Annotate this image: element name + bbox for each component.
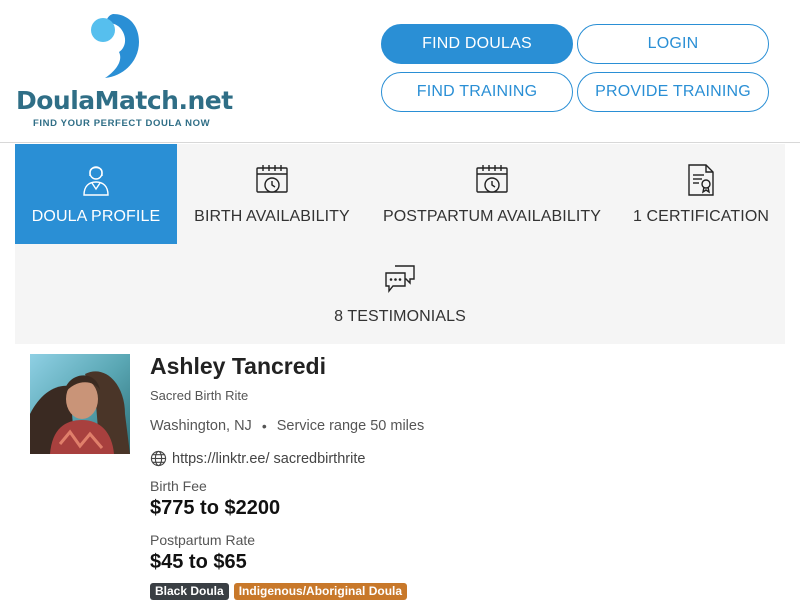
badge-indigenous-doula: Indigenous/Aboriginal Doula bbox=[233, 583, 408, 600]
doula-badges: Black Doula Indigenous/Aboriginal Doula bbox=[150, 583, 408, 600]
site-logo[interactable]: DoulaMatch.net FIND YOUR PERFECT DOULA N… bbox=[16, 12, 233, 132]
website-url[interactable]: https://linktr.ee/ sacredbirthrite bbox=[172, 451, 365, 467]
site-header: DoulaMatch.net FIND YOUR PERFECT DOULA N… bbox=[0, 0, 800, 143]
find-doulas-button[interactable]: FIND DOULAS bbox=[381, 24, 573, 64]
doula-name: Ashley Tancredi bbox=[150, 353, 326, 379]
person-icon bbox=[78, 162, 114, 198]
certificate-icon bbox=[683, 162, 719, 198]
doulamatch-logo-icon bbox=[91, 14, 139, 78]
logo-tagline: FIND YOUR PERFECT DOULA NOW bbox=[33, 118, 211, 129]
tab-label: DOULA PROFILE bbox=[31, 208, 161, 225]
tab-label: BIRTH AVAILABILITY bbox=[194, 208, 350, 225]
service-range-text: Service range 50 miles bbox=[276, 418, 425, 434]
calendar-clock-icon bbox=[474, 162, 510, 198]
tab-doula-profile[interactable]: DOULA PROFILE bbox=[15, 144, 177, 244]
location-row: Washington, NJ • Service range 50 miles bbox=[150, 418, 424, 434]
calendar-clock-icon bbox=[254, 162, 290, 198]
tab-label: POSTPARTUM AVAILABILITY bbox=[382, 208, 602, 225]
find-training-button[interactable]: FIND TRAINING bbox=[381, 72, 573, 112]
location-text: Washington, NJ bbox=[150, 418, 252, 434]
badge-black-doula: Black Doula bbox=[150, 583, 229, 600]
tab-label: 1 CERTIFICATION bbox=[632, 208, 770, 225]
provide-training-button[interactable]: PROVIDE TRAINING bbox=[577, 72, 769, 112]
chat-bubbles-icon bbox=[382, 262, 418, 298]
postpartum-rate-label: Postpartum Rate bbox=[150, 532, 256, 548]
tab-label: 8 TESTIMONIALS bbox=[334, 308, 466, 325]
doula-profile-photo bbox=[30, 354, 130, 454]
tab-postpartum-availability[interactable]: POSTPARTUM AVAILABILITY bbox=[381, 144, 603, 244]
separator-dot: • bbox=[261, 418, 267, 434]
birth-fee-label: Birth Fee bbox=[150, 478, 207, 494]
logo-wordmark: DoulaMatch.net bbox=[16, 86, 233, 115]
postpartum-rate-value: $45 to $65 bbox=[150, 551, 247, 573]
business-name: Sacred Birth Rite bbox=[150, 388, 249, 403]
website-link[interactable]: https://linktr.ee/ sacredbirthrite bbox=[150, 450, 365, 467]
birth-fee-value: $775 to $2200 bbox=[150, 497, 281, 519]
globe-icon bbox=[150, 450, 167, 467]
tab-birth-availability[interactable]: BIRTH AVAILABILITY bbox=[187, 144, 357, 244]
tab-testimonials[interactable]: 8 TESTIMONIALS bbox=[320, 244, 480, 344]
profile-tabs: DOULA PROFILE BIRTH AVAILABILITY POSTPAR bbox=[15, 144, 785, 344]
login-button[interactable]: LOGIN bbox=[577, 24, 769, 64]
tab-certification[interactable]: 1 CERTIFICATION bbox=[629, 144, 773, 244]
